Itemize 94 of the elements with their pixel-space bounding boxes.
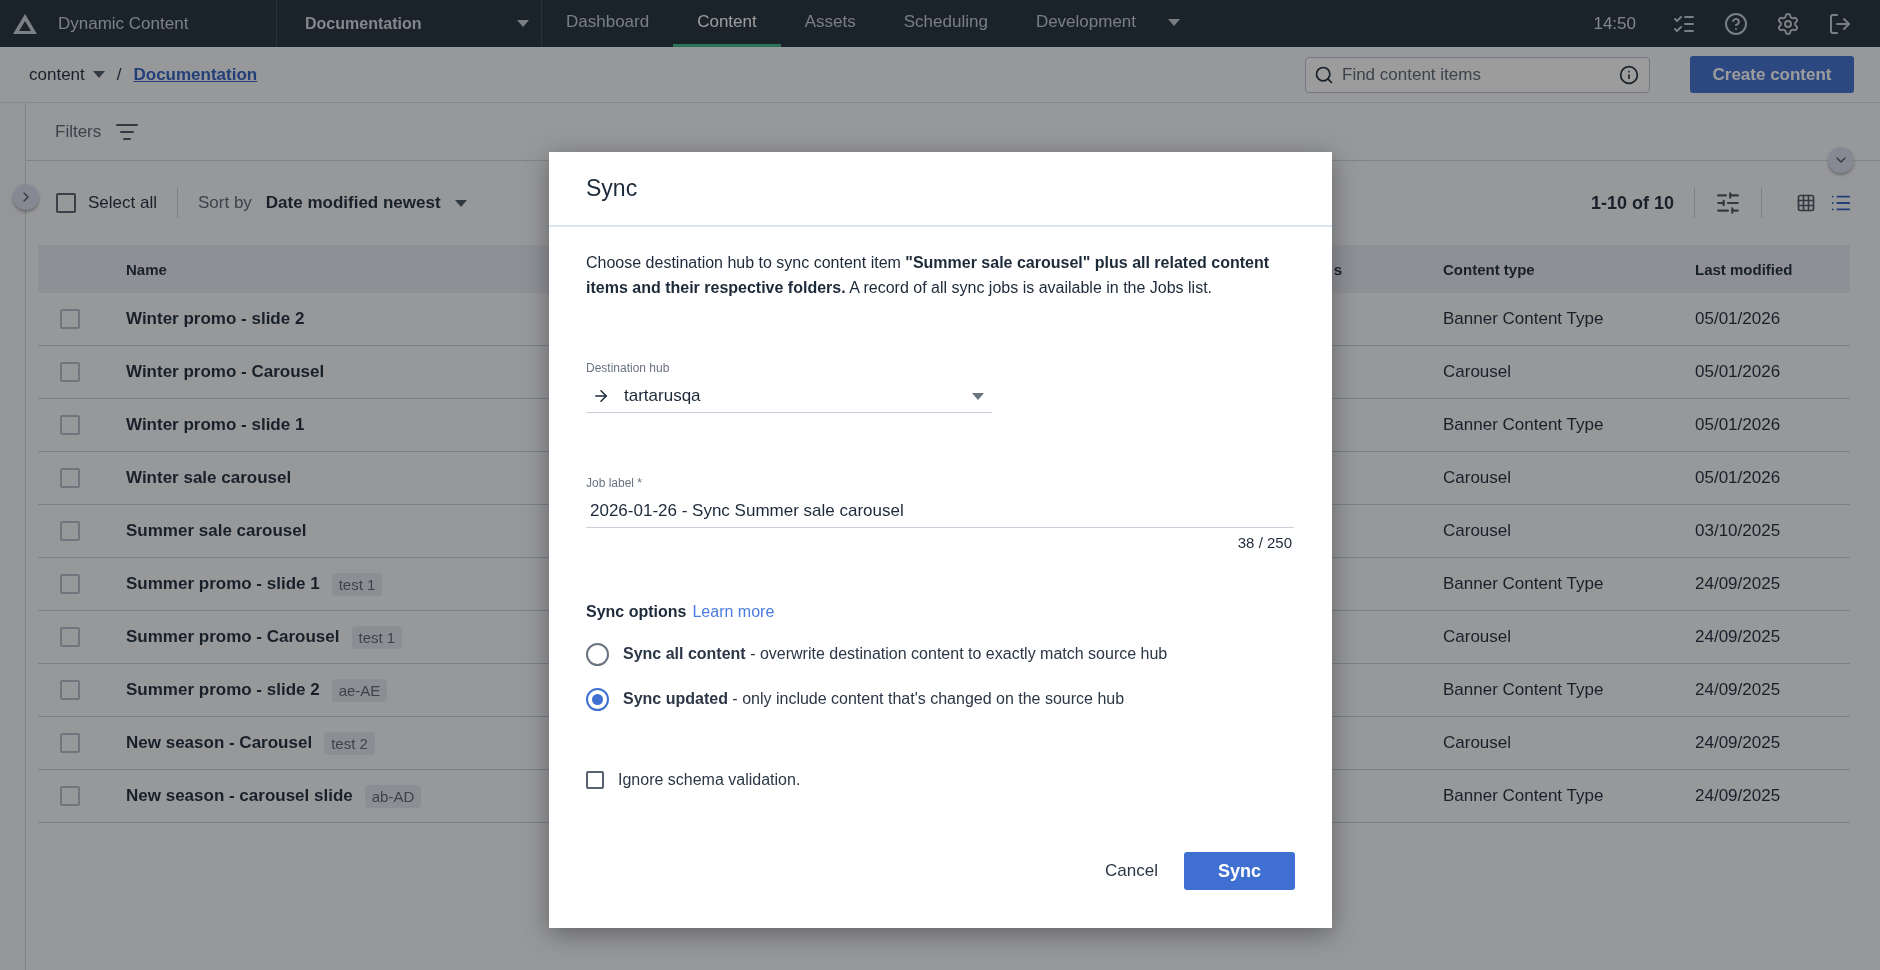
expand-sidebar-button[interactable]	[13, 184, 39, 210]
radio-button[interactable]	[586, 687, 609, 711]
content-type: Banner Content Type	[1443, 309, 1604, 329]
nav-tab[interactable]: Assets	[780, 0, 880, 47]
grid-view-icon[interactable]	[1796, 193, 1816, 213]
select-all-label: Select all	[88, 193, 157, 213]
item-name[interactable]: Winter promo - slide 2	[126, 309, 305, 329]
item-name[interactable]: New season - carousel slide	[126, 786, 353, 806]
info-icon[interactable]	[1619, 64, 1639, 85]
caret-icon	[972, 392, 984, 400]
item-name[interactable]: Winter sale carousel	[126, 468, 292, 488]
content-type: Carousel	[1443, 362, 1512, 382]
caret-icon	[454, 199, 467, 207]
search-bar[interactable]: Find content items	[1305, 56, 1650, 93]
search-icon	[1314, 64, 1334, 85]
field-label: Job label *	[586, 475, 644, 490]
result-range: 1-10 of 10	[1590, 192, 1674, 214]
last-modified: 05/01/2026	[1695, 362, 1781, 382]
help-icon[interactable]	[1724, 11, 1748, 36]
locale-tag: test 1	[331, 572, 383, 596]
app-name: Dynamic Content	[58, 13, 189, 34]
locale-tag: test 2	[324, 731, 375, 755]
item-name[interactable]: Winter promo - slide 1	[126, 415, 305, 435]
caret-icon	[517, 20, 529, 27]
row-checkbox[interactable]	[60, 627, 80, 647]
last-modified: 03/10/2025	[1695, 521, 1781, 541]
content-type: Carousel	[1443, 627, 1512, 647]
last-modified: 24/09/2025	[1695, 574, 1781, 594]
row-checkbox[interactable]	[60, 468, 80, 488]
breadcrumb-link[interactable]: Documentation	[133, 64, 258, 85]
character-counter: 38 / 250	[1237, 533, 1292, 551]
last-modified: 24/09/2025	[1695, 786, 1781, 806]
content-type: Carousel	[1443, 733, 1512, 753]
breadcrumb-separator: /	[116, 64, 122, 85]
row-checkbox[interactable]	[60, 415, 80, 435]
row-checkbox[interactable]	[60, 362, 80, 382]
item-name[interactable]: New season - Carousel	[126, 733, 313, 753]
settings-icon[interactable]	[1776, 11, 1800, 36]
last-modified: 05/01/2026	[1695, 415, 1781, 435]
logo-icon	[12, 12, 38, 35]
row-checkbox[interactable]	[60, 574, 80, 594]
item-name[interactable]: Winter promo - Carousel	[126, 362, 325, 382]
breadcrumb-root[interactable]: content	[29, 64, 105, 85]
filters-label[interactable]: Filters	[55, 121, 102, 142]
item-name[interactable]: Summer sale carousel	[126, 521, 307, 541]
collapse-button[interactable]	[1828, 147, 1854, 173]
content-type: Banner Content Type	[1443, 415, 1604, 435]
create-content-button[interactable]: Create content	[1690, 56, 1854, 93]
caret-icon	[92, 71, 105, 78]
sliders-icon[interactable]	[1715, 190, 1741, 216]
last-modified: 05/01/2026	[1695, 468, 1781, 488]
dialog-title: Sync	[586, 175, 638, 202]
content-type: Banner Content Type	[1443, 786, 1604, 806]
item-name[interactable]: Summer promo - Carousel	[126, 627, 340, 647]
select-all-checkbox[interactable]	[56, 193, 76, 213]
last-modified: 05/01/2026	[1695, 309, 1781, 329]
content-type: Carousel	[1443, 521, 1512, 541]
logout-icon[interactable]	[1828, 11, 1852, 36]
locale-tag: ab-AD	[364, 784, 422, 808]
last-modified: 24/09/2025	[1695, 680, 1781, 700]
checkbox-label: Ignore schema validation.	[618, 770, 801, 789]
row-checkbox[interactable]	[60, 521, 80, 541]
row-checkbox[interactable]	[60, 733, 80, 753]
ignore-schema-checkbox[interactable]	[586, 770, 604, 789]
nav-tab[interactable]: Scheduling	[879, 0, 1012, 47]
nav-tab[interactable]: Development	[1011, 0, 1205, 47]
locale-tag: test 1	[351, 625, 403, 649]
column-header: Last modified	[1695, 245, 1850, 293]
row-checkbox[interactable]	[60, 309, 80, 329]
search-field[interactable]: Find content items	[1340, 63, 1613, 86]
nav-tab[interactable]: Dashboard	[542, 0, 674, 47]
last-modified: 24/09/2025	[1695, 733, 1781, 753]
item-name[interactable]: Summer promo - slide 2	[126, 680, 320, 700]
field-label: Destination hub	[586, 360, 671, 375]
content-type: Banner Content Type	[1443, 574, 1604, 594]
column-header: Content type	[1443, 245, 1695, 293]
cancel-button[interactable]: Cancel	[1099, 860, 1164, 882]
section-title: Sync options	[586, 602, 687, 621]
sort-dropdown[interactable]: Date modified newest	[265, 193, 467, 213]
option-label: Sync all content - overwrite destination content to exactly match source hub	[623, 645, 1168, 664]
destination-hub-select[interactable]: tartarusqa	[586, 380, 992, 413]
option-label: Sync updated - only include content that's changed on the source hub	[623, 690, 1125, 709]
content-type: Banner Content Type	[1443, 680, 1604, 700]
clock: 14:50	[1593, 13, 1636, 34]
radio-button[interactable]	[586, 642, 609, 666]
sync-button[interactable]: Sync	[1184, 852, 1295, 890]
last-modified: 24/09/2025	[1695, 627, 1781, 647]
item-name[interactable]: Summer promo - slide 1	[126, 574, 320, 594]
learn-more-link[interactable]: Learn more	[692, 602, 775, 621]
row-checkbox[interactable]	[60, 786, 80, 806]
row-checkbox[interactable]	[60, 680, 80, 700]
content-type: Carousel	[1443, 468, 1512, 488]
locale-tag: ae-AE	[331, 678, 388, 702]
sort-label: Sort by	[198, 193, 252, 213]
